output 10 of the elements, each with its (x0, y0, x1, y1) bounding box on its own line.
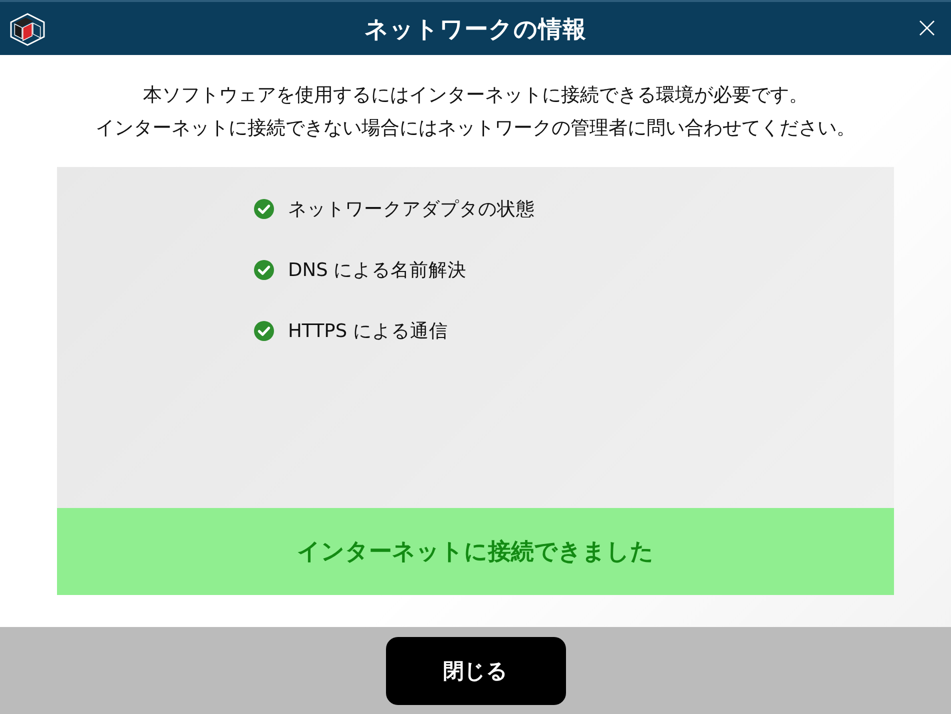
close-dialog-button[interactable]: 閉じる (386, 636, 566, 704)
description-text: 本ソフトウェアを使用するにはインターネットに接続できる環境が必要です。 (143, 83, 808, 108)
check-label: ネットワークアダプタの状態 (288, 198, 535, 221)
check-label: DNS による名前解決 (288, 259, 467, 282)
close-icon (919, 20, 935, 36)
window-title: ネットワークの情報 (364, 14, 586, 44)
check-label: HTTPS による通信 (288, 320, 448, 343)
description-text: インターネットに接続できない場合にはネットワークの管理者に問い合わせてください。 (96, 116, 856, 141)
result-message: インターネットに接続できました (297, 538, 654, 567)
cube-logo-icon (9, 13, 46, 46)
